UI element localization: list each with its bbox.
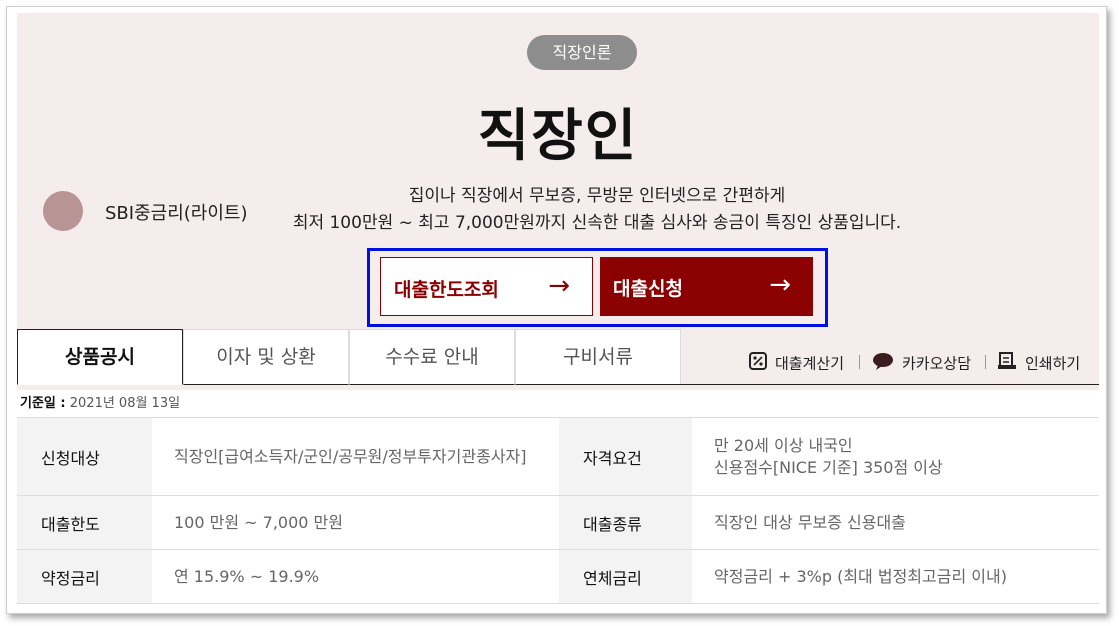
chat-bubble-icon: [872, 352, 894, 376]
table-label: 대출한도: [17, 496, 152, 549]
tab-product-notice[interactable]: 상품공시: [17, 329, 183, 385]
table-label: 연체금리: [559, 550, 692, 603]
loan-calculator-label: 대출계산기: [775, 354, 845, 373]
product-info-table: 신청대상 직장인[급여소득자/군인/공무원/정부투자기관종사자] 자격요건 만 …: [17, 417, 1099, 604]
loan-calculator-link[interactable]: 대출계산기: [749, 352, 844, 374]
category-badge: 직장인론: [527, 35, 637, 70]
loan-limit-check-button[interactable]: 대출한도조회 →: [380, 257, 593, 316]
tab-interest-repayment[interactable]: 이자 및 상환: [183, 329, 349, 385]
description-line-2: 최저 100만원 ~ 최고 7,000만원까지 신속한 대출 심사와 송금이 특…: [292, 213, 902, 233]
table-label: 대출종류: [559, 496, 692, 549]
table-value: 약정금리 + 3%p (최대 법정최고금리 이내): [714, 566, 1007, 586]
table-value-line: 신용점수[NICE 기준] 350점 이상: [714, 457, 943, 477]
table-label: 신청대상: [17, 418, 152, 495]
table-label: 자격요건: [559, 418, 692, 495]
description-line-1: 집이나 직장에서 무보증, 무방문 인터넷으로 간편하게: [408, 186, 786, 206]
table-value-line: 만 20세 이상 내국인: [714, 435, 853, 455]
print-link[interactable]: 인쇄하기: [997, 352, 1080, 374]
loan-limit-check-label: 대출한도조회: [394, 279, 499, 301]
percent-calculator-icon: [749, 352, 767, 376]
kakao-consult-link[interactable]: 카카오상담: [872, 352, 971, 374]
tab-required-documents[interactable]: 구비서류: [515, 329, 681, 385]
product-description: 집이나 직장에서 무보증, 무방문 인터넷으로 간편하게 최저 100만원 ~ …: [17, 183, 1119, 237]
table-value: 연 15.9% ~ 19.9%: [174, 566, 320, 586]
tool-links: 대출계산기 카카오상담 인쇄하기: [749, 352, 1094, 374]
loan-apply-label: 대출신청: [613, 278, 683, 300]
table-label: 약정금리: [17, 550, 152, 603]
arrow-right-icon: →: [769, 270, 791, 300]
page-title: 직장인: [477, 104, 639, 169]
divider: [859, 355, 860, 369]
printer-icon: [997, 352, 1017, 376]
table-value: 만 20세 이상 내국인 신용점수[NICE 기준] 350점 이상: [692, 418, 1099, 495]
tab-fee-guide[interactable]: 수수료 안내: [349, 329, 515, 385]
loan-apply-button[interactable]: 대출신청 →: [600, 257, 813, 316]
base-date-value: 2021년 08월 13일: [69, 396, 181, 411]
table-row: 대출한도 100 만원 ~ 7,000 만원 대출종류 직장인 대상 무보증 신…: [17, 496, 1099, 550]
product-page-window: 직장인론 직장인 SBI중금리(라이트) 집이나 직장에서 무보증, 무방문 인…: [6, 6, 1107, 614]
table-value: 직장인 대상 무보증 신용대출: [714, 512, 906, 532]
print-label: 인쇄하기: [1025, 354, 1081, 373]
base-date: 기준일 : 2021년 08월 13일: [20, 392, 180, 411]
divider: [985, 355, 986, 369]
base-date-label: 기준일 :: [20, 396, 66, 411]
table-row: 신청대상 직장인[급여소득자/군인/공무원/정부투자기관종사자] 자격요건 만 …: [17, 418, 1099, 496]
table-row: 약정금리 연 15.9% ~ 19.9% 연체금리 약정금리 + 3%p (최대…: [17, 550, 1099, 604]
table-value: 100 만원 ~ 7,000 만원: [174, 512, 343, 532]
arrow-right-icon: →: [548, 271, 570, 301]
table-value: 직장인[급여소득자/군인/공무원/정부투자기관종사자]: [174, 446, 527, 466]
tab-divider: [679, 384, 1099, 385]
kakao-consult-label: 카카오상담: [902, 354, 972, 373]
